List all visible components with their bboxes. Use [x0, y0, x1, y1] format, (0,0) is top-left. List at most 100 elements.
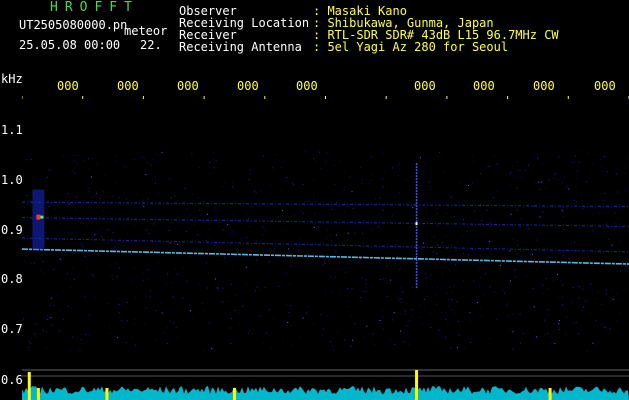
- noise-pixel: [126, 302, 128, 304]
- noise-pixel: [448, 305, 450, 307]
- header-value: 22.: [140, 38, 162, 52]
- noise-pixel: [263, 155, 265, 157]
- noise-pixel: [76, 155, 78, 156]
- noise-pixel: [435, 293, 437, 295]
- noise-pixel: [281, 161, 283, 163]
- noise-pixel: [44, 178, 46, 180]
- noise-pixel: [595, 320, 597, 322]
- noise-pixel: [325, 160, 326, 162]
- noise-pixel: [88, 314, 90, 316]
- noise-pixel: [398, 192, 400, 194]
- noise-pixel: [529, 254, 531, 256]
- noise-pixel: [87, 225, 88, 227]
- noise-pixel: [592, 342, 594, 344]
- noise-pixel: [533, 306, 535, 308]
- noise-pixel: [479, 173, 481, 174]
- noise-pixel: [616, 168, 618, 170]
- noise-pixel: [511, 166, 513, 167]
- noise-pixel: [582, 288, 584, 290]
- noise-pixel: [516, 253, 518, 255]
- noise-pixel: [140, 155, 142, 157]
- noise-pixel: [118, 267, 120, 269]
- noise-pixel: [99, 217, 101, 219]
- noise-pixel: [88, 190, 90, 192]
- noise-pixel: [378, 226, 379, 228]
- noise-pixel: [471, 182, 473, 184]
- level-trace: [22, 386, 629, 400]
- noise-pixel: [125, 166, 127, 168]
- noise-pixel: [391, 167, 393, 169]
- noise-pixel: [430, 274, 432, 276]
- noise-pixel: [201, 219, 203, 221]
- noise-pixel: [463, 219, 464, 220]
- noise-pixel: [468, 185, 469, 186]
- noise-pixel: [463, 252, 465, 254]
- noise-pixel: [493, 291, 495, 293]
- noise-pixel: [30, 159, 32, 161]
- noise-pixel: [527, 327, 529, 329]
- noise-pixel: [407, 293, 409, 295]
- noise-pixel: [591, 289, 593, 291]
- noise-pixel: [517, 244, 519, 246]
- noise-pixel: [496, 163, 498, 165]
- noise-pixel: [319, 151, 320, 153]
- noise-pixel: [288, 312, 290, 313]
- noise-pixel: [346, 306, 348, 308]
- noise-pixel: [421, 323, 423, 324]
- noise-pixel: [469, 312, 471, 314]
- noise-pixel: [159, 276, 161, 278]
- noise-pixel: [323, 259, 325, 261]
- noise-pixel: [284, 160, 286, 162]
- noise-pixel: [447, 323, 449, 325]
- noise-pixel: [352, 339, 354, 341]
- noise-pixel: [29, 230, 31, 232]
- noise-pixel: [326, 237, 328, 239]
- noise-pixel: [359, 167, 361, 169]
- noise-pixel: [132, 337, 134, 339]
- noise-pixel: [306, 312, 307, 314]
- noise-pixel: [231, 318, 232, 320]
- noise-pixel: [335, 252, 337, 253]
- noise-pixel: [307, 200, 309, 201]
- noise-pixel: [616, 293, 618, 295]
- noise-pixel: [402, 291, 404, 293]
- noise-pixel: [322, 328, 324, 330]
- noise-pixel: [74, 278, 76, 280]
- noise-pixel: [497, 190, 499, 192]
- noise-pixel: [304, 151, 306, 153]
- noise-pixel: [239, 323, 241, 325]
- noise-pixel: [440, 312, 442, 314]
- noise-pixel: [426, 295, 428, 297]
- noise-pixel: [303, 212, 305, 214]
- noise-pixel: [266, 332, 268, 334]
- noise-pixel: [347, 232, 349, 234]
- noise-pixel: [260, 190, 262, 192]
- noise-pixel: [419, 185, 421, 186]
- noise-pixel: [519, 177, 521, 179]
- noise-pixel: [314, 161, 316, 163]
- noise-pixel: [119, 304, 121, 305]
- noise-pixel: [104, 174, 106, 176]
- noise-pixel: [611, 244, 613, 246]
- spectrogram: [22, 96, 629, 400]
- noise-pixel: [369, 271, 371, 273]
- noise-pixel: [574, 155, 576, 157]
- noise-pixel: [379, 197, 381, 199]
- noise-pixel: [595, 344, 597, 346]
- noise-pixel: [561, 182, 563, 184]
- noise-pixel: [213, 158, 215, 160]
- noise-pixel: [347, 288, 348, 289]
- noise-pixel: [616, 173, 618, 175]
- noise-pixel: [557, 274, 558, 276]
- noise-pixel: [96, 164, 97, 166]
- noise-pixel: [445, 319, 447, 321]
- noise-pixel: [575, 321, 577, 323]
- noise-pixel: [438, 330, 440, 331]
- noise-pixel: [539, 258, 541, 260]
- noise-pixel: [282, 338, 284, 340]
- noise-pixel: [514, 287, 516, 289]
- noise-pixel: [46, 176, 48, 178]
- noise-pixel: [324, 262, 326, 264]
- noise-pixel: [145, 307, 147, 309]
- noise-pixel: [95, 191, 97, 193]
